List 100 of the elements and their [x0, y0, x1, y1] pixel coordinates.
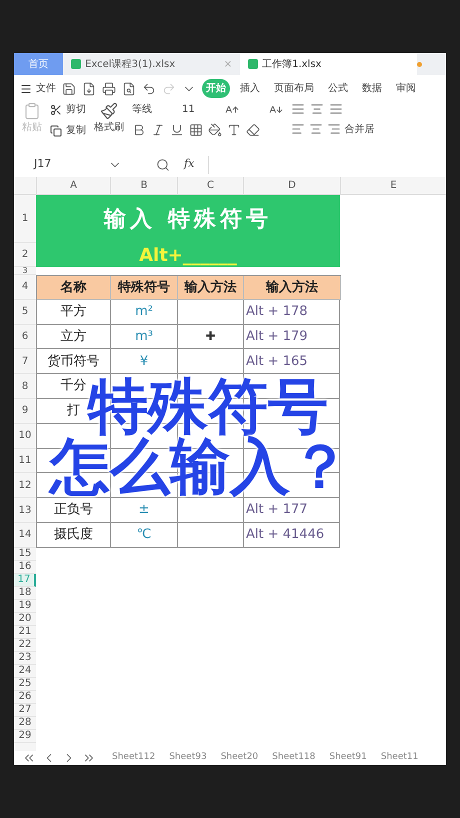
row-header[interactable]: 5	[14, 300, 36, 325]
spreadsheet-icon	[248, 59, 258, 69]
row-header[interactable]: 12	[14, 473, 36, 498]
table-cell-text: 正负号	[53, 501, 94, 520]
table-cell-text: ℃	[136, 526, 152, 544]
sheet-tab[interactable]: Sheet20	[220, 751, 258, 765]
row-header[interactable]: 23	[14, 652, 36, 665]
border-icon[interactable]	[189, 123, 203, 137]
underline-icon[interactable]	[170, 123, 184, 137]
table-cell-text: 打	[66, 402, 81, 420]
fill-icon[interactable]	[208, 123, 222, 137]
cut-button[interactable]: 剪切	[50, 102, 86, 117]
align-center-icon[interactable]	[308, 122, 323, 136]
font-size-select[interactable]: 11	[182, 102, 195, 117]
row-header[interactable]: 9	[14, 398, 36, 424]
row-header[interactable]: 25	[14, 678, 36, 691]
sheet-tab[interactable]: Sheet11	[380, 751, 418, 765]
menu-icon	[20, 82, 32, 94]
copy-button[interactable]: 复制	[50, 123, 86, 138]
sheet-tab[interactable]: Sheet118	[272, 751, 316, 765]
table-cell-text: Alt + 178	[245, 302, 309, 321]
export-icon[interactable]	[82, 82, 96, 96]
overlay-caption: 怎么输入？	[50, 437, 350, 497]
save-icon[interactable]	[62, 82, 76, 96]
table-cell-text: m³	[134, 328, 154, 346]
align-left-icon[interactable]	[290, 122, 305, 136]
row-header[interactable]: 7	[14, 349, 36, 374]
row-header[interactable]: 15	[14, 548, 36, 561]
zoom-icon[interactable]	[156, 158, 170, 172]
row-header[interactable]: 10	[14, 424, 36, 449]
tab-label: 工作簿1.xlsx	[262, 58, 322, 72]
italic-icon[interactable]	[151, 123, 165, 137]
row-header[interactable]: 13	[14, 498, 36, 523]
tab-label: 首页	[28, 58, 49, 72]
row-header[interactable]: 6	[14, 324, 36, 350]
row-header[interactable]: 21	[14, 626, 36, 639]
row-header[interactable]: 11	[14, 448, 36, 474]
row-header[interactable]: 26	[14, 690, 36, 704]
table-cell-text: Alt + 177	[245, 501, 309, 520]
preview-icon[interactable]	[122, 82, 136, 96]
table-cell-text: 平方	[60, 302, 88, 321]
row-header[interactable]: 8	[14, 374, 36, 399]
table-cell-text: 货币符号	[46, 352, 100, 371]
ribbon-tab[interactable]: 审阅	[392, 79, 420, 98]
row-header[interactable]: 24	[14, 664, 36, 678]
column-header[interactable]: A	[36, 177, 110, 194]
header-cell: 名称	[37, 276, 111, 300]
ribbon-tab[interactable]: 页面布局	[270, 79, 318, 98]
tab-label: Excel课程3(1).xlsx	[85, 58, 176, 72]
merge-button[interactable]: 合并居	[344, 122, 375, 137]
undo-icon[interactable]	[142, 82, 156, 96]
copy-icon	[50, 124, 62, 136]
sheet-tab[interactable]: Sheet91	[329, 751, 367, 765]
row-header[interactable]: 29	[14, 730, 36, 743]
ribbon-tab[interactable]: 公式	[324, 79, 352, 98]
table-cell-text: ±	[138, 501, 150, 520]
bold-icon[interactable]	[132, 123, 146, 137]
align-right-icon[interactable]	[326, 122, 341, 136]
row-header[interactable]: 20	[14, 612, 36, 626]
row-header[interactable]: 27	[14, 704, 36, 717]
table-cell-text: Alt + 179	[245, 328, 309, 346]
row-header[interactable]: 14	[14, 522, 36, 548]
row-header[interactable]: 18	[14, 586, 36, 600]
eraser-icon[interactable]	[246, 123, 260, 137]
format-painter-button[interactable]: 格式刷	[94, 120, 124, 135]
column-header[interactable]: B	[110, 177, 177, 194]
table-cell-text: 立方	[60, 328, 88, 346]
function-label[interactable]: fx	[184, 156, 194, 173]
column-header[interactable]: C	[177, 177, 243, 194]
header-cell: 特殊符号	[111, 276, 178, 300]
overlay-caption: 特殊符号	[88, 377, 328, 437]
sheet-tab[interactable]: Sheet112	[112, 751, 156, 765]
row-header[interactable]: 3	[14, 267, 36, 275]
align-middle-icon[interactable]	[310, 102, 324, 116]
brush-icon[interactable]	[100, 102, 118, 120]
table-cell-text: ¥	[138, 352, 150, 371]
column-header[interactable]: D	[243, 177, 340, 194]
row-header[interactable]: 19	[14, 600, 36, 613]
row-header[interactable]: 28	[14, 716, 36, 730]
file-tab[interactable]: 工作簿1.xlsx	[240, 53, 418, 75]
header-cell: 输入方法	[244, 276, 341, 300]
table-cell-text: Alt + 41446	[245, 526, 326, 544]
table-cell-text: m²	[134, 302, 154, 321]
ribbon-tab[interactable]: 插入	[236, 79, 264, 98]
print-icon[interactable]	[102, 82, 116, 96]
file-menu[interactable]: 文件	[20, 81, 56, 96]
ribbon-tab[interactable]: 数据	[358, 79, 386, 98]
table-cell-text: Alt + 165	[245, 352, 309, 371]
table-cell-text: 摄氏度	[53, 526, 94, 544]
sheet-tab[interactable]: Sheet93	[169, 751, 207, 765]
name-box[interactable]: J17	[34, 156, 94, 173]
table-cell-text: 千分	[60, 377, 87, 396]
column-header[interactable]: E	[340, 177, 446, 194]
font-select[interactable]: 等线	[132, 102, 152, 117]
row-header[interactable]: 22	[14, 638, 36, 652]
sheet-subtitle: Alt+______	[139, 244, 237, 267]
sheet-title: 输入 特殊符号	[104, 206, 272, 234]
cursor-icon: ✚	[178, 324, 243, 348]
font-color-icon[interactable]	[227, 123, 241, 137]
scissors-icon	[50, 104, 62, 116]
